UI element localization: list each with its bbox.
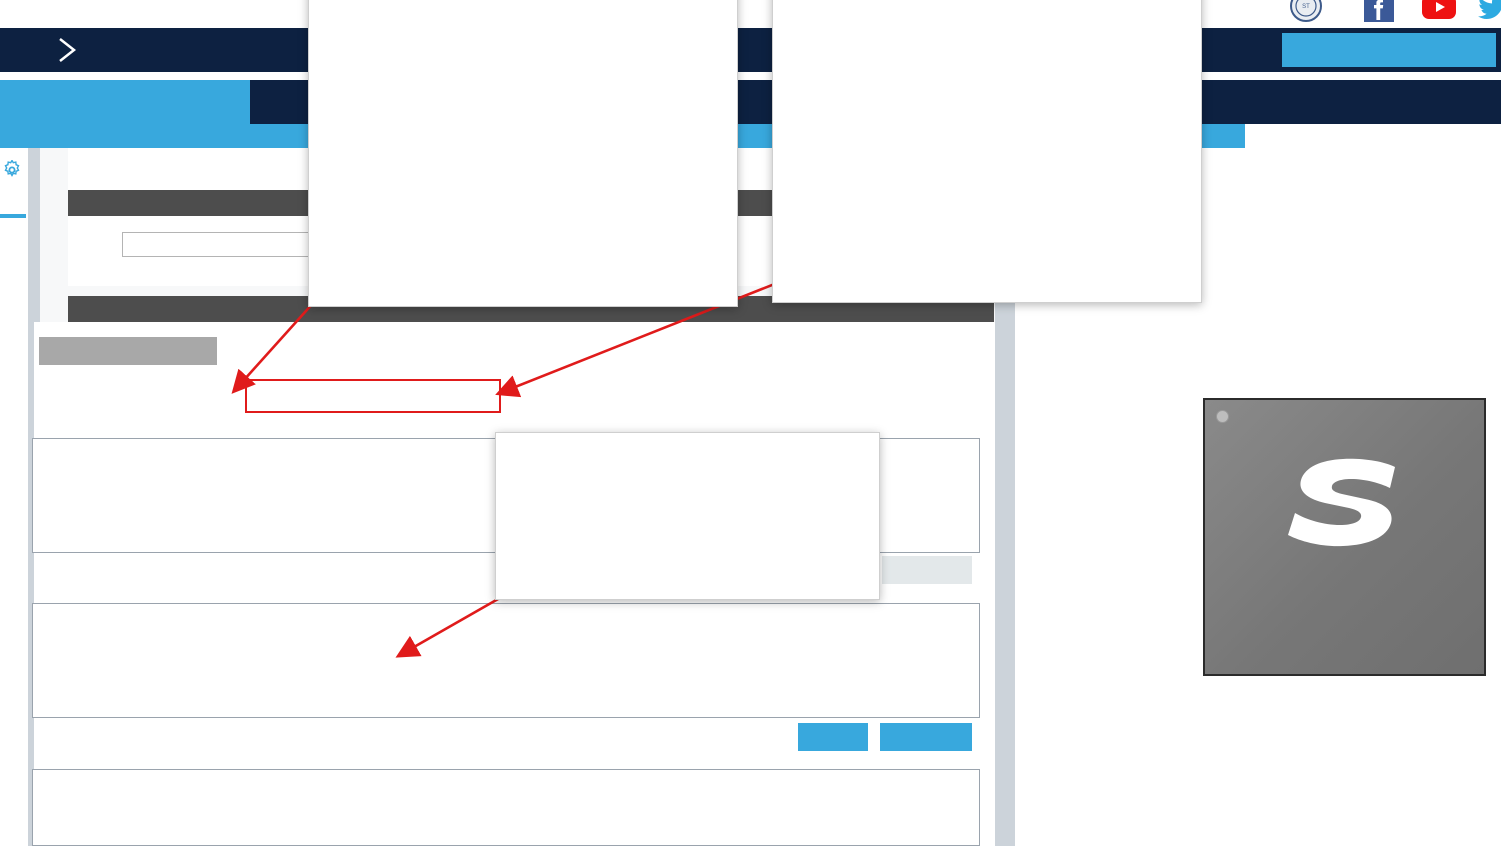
rail-selected-indicator	[0, 214, 26, 218]
counting-semaphores-table-header	[36, 789, 976, 811]
edit-binary-semaphore-dialog[interactable]	[495, 432, 880, 600]
chip-body	[1203, 398, 1486, 676]
facebook-icon[interactable]	[1362, 0, 1396, 24]
configuration-body-left-edge	[28, 322, 34, 846]
tab-tools[interactable]	[1341, 80, 1501, 124]
tab-row-primary	[36, 381, 980, 402]
reset-configuration-button[interactable]	[39, 337, 217, 365]
left-rail	[0, 148, 28, 846]
binary-semaphores-table-header	[36, 622, 976, 644]
task-configuration-dialog-give[interactable]	[772, 0, 1202, 303]
task-configuration-dialog-take[interactable]	[308, 0, 738, 307]
st-logo-icon	[1288, 458, 1395, 547]
breadcrumb-bar	[0, 28, 1501, 72]
menu-bar	[0, 0, 1501, 28]
binary-semaphores-delete-button[interactable]	[880, 723, 972, 751]
tab-pinout-configuration[interactable]	[0, 80, 250, 124]
table-row[interactable]	[36, 648, 976, 670]
gear-icon[interactable]	[2, 160, 22, 180]
twitter-icon[interactable]	[1474, 0, 1501, 24]
mode-accent-gap	[1245, 124, 1501, 148]
youtube-icon[interactable]	[1420, 0, 1458, 24]
breadcrumb-chevron-icon	[59, 38, 77, 62]
chip-orientation-dot	[1216, 410, 1229, 423]
binary-semaphores-add-button[interactable]	[798, 723, 868, 751]
seal-logo-icon: ST	[1290, 0, 1322, 22]
generate-code-button[interactable]	[1282, 33, 1496, 67]
svg-text:ST: ST	[1302, 4, 1310, 10]
timers-delete-button[interactable]	[882, 556, 972, 584]
tab-row-secondary	[36, 408, 980, 429]
